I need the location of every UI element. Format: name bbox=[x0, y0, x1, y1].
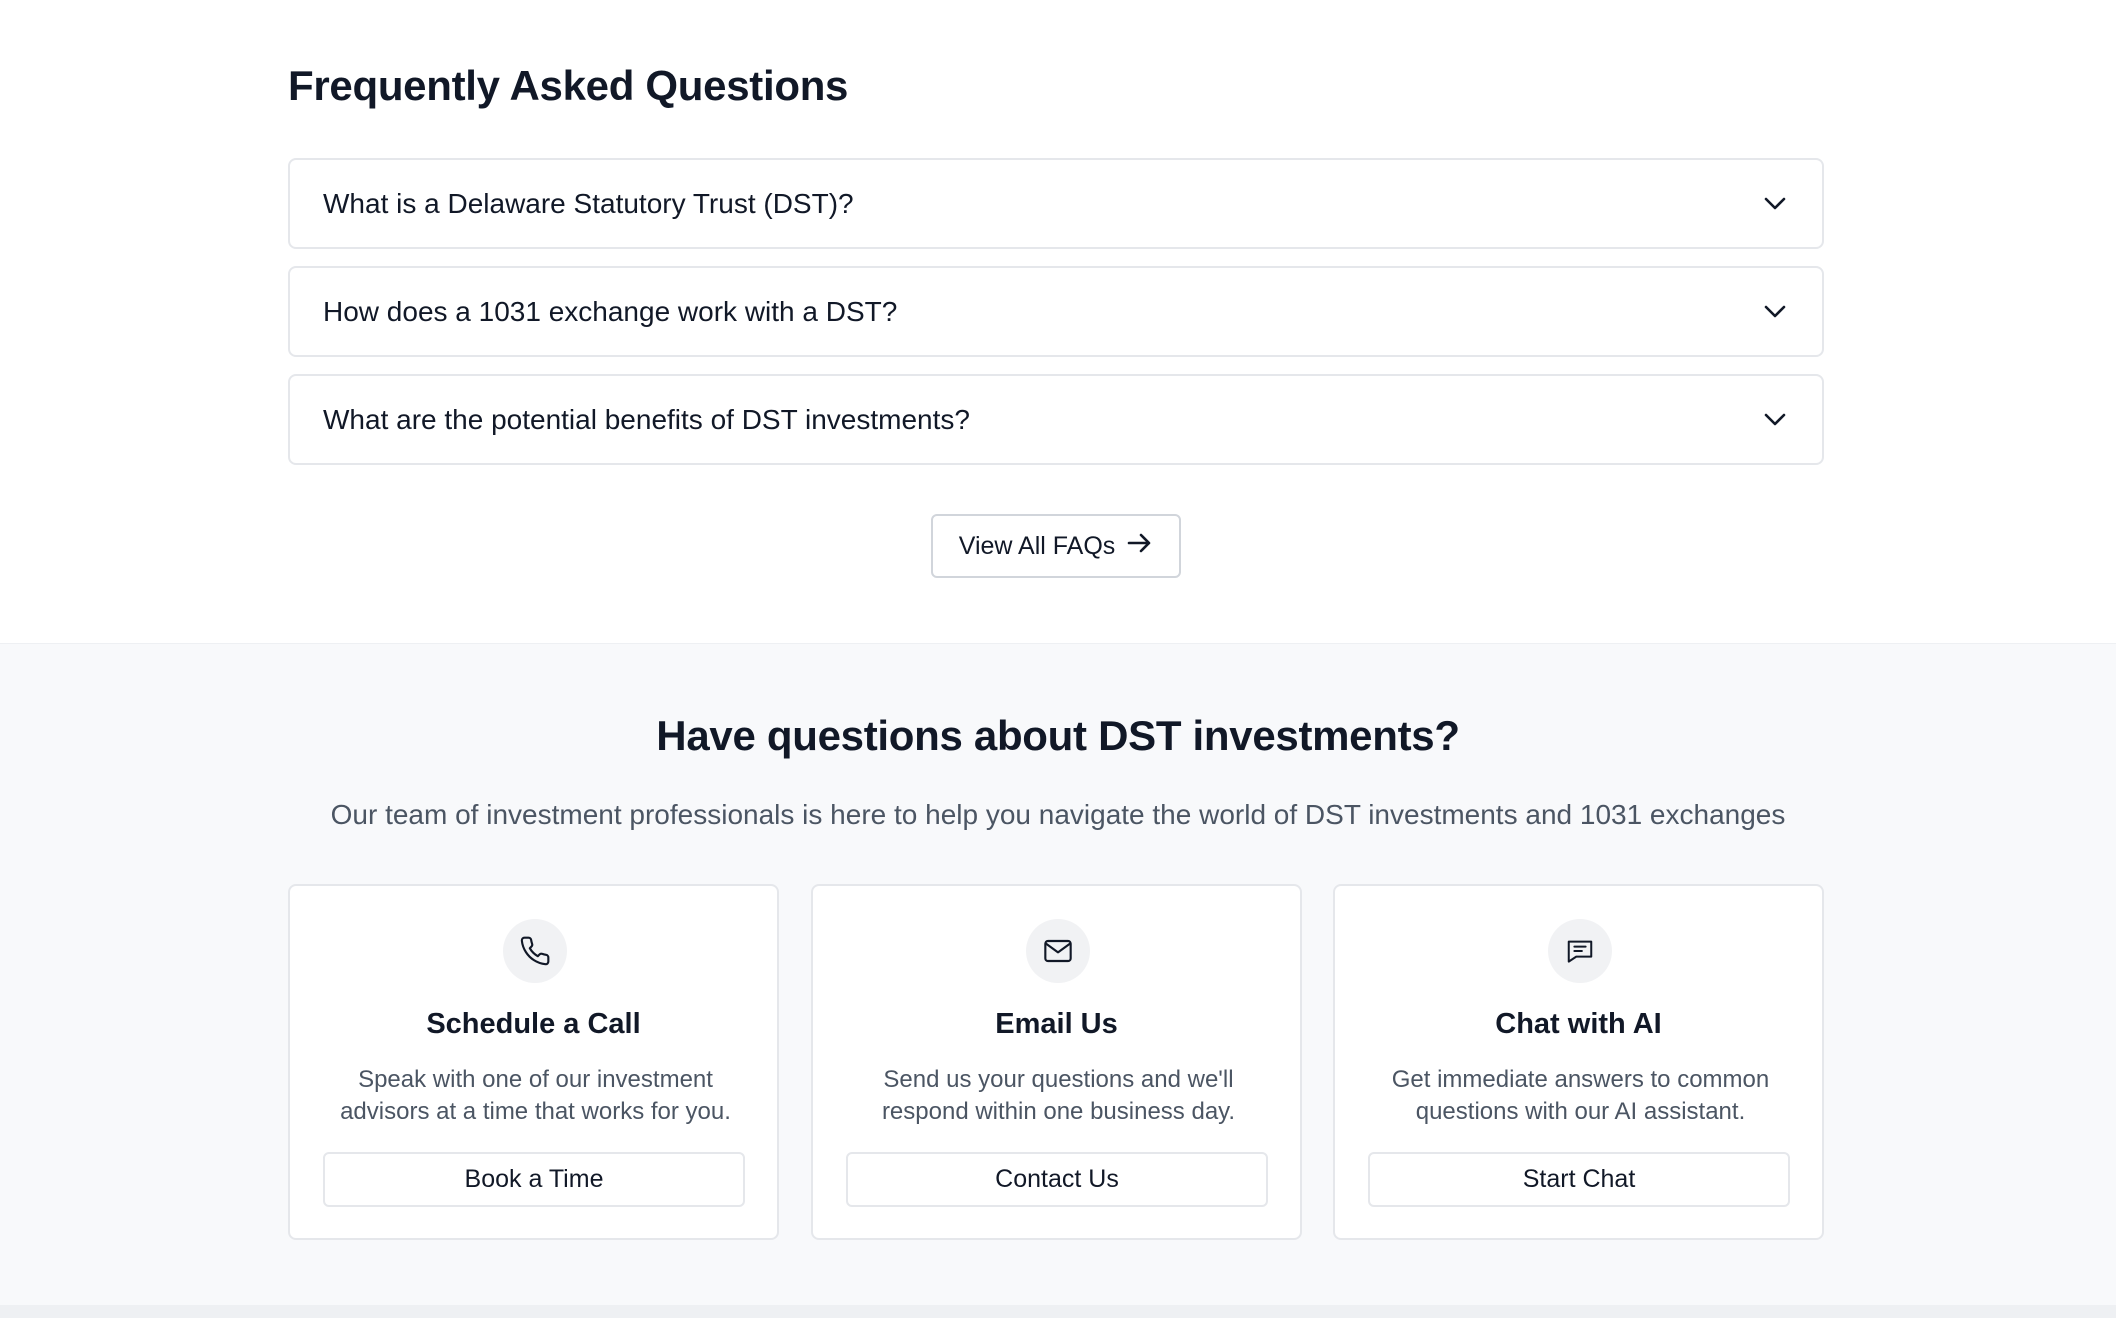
email-us-card: Email Us Send us your questions and we'l… bbox=[811, 884, 1302, 1240]
faq-question: What are the potential benefits of DST i… bbox=[323, 403, 970, 435]
card-description: Speak with one of our investment advisor… bbox=[340, 1066, 731, 1125]
card-title: Chat with AI bbox=[1495, 1008, 1662, 1040]
card-description: Send us your questions and we'll respond… bbox=[881, 1066, 1236, 1125]
card-title: Schedule a Call bbox=[426, 1008, 641, 1040]
card-title: Email Us bbox=[995, 1008, 1118, 1040]
book-a-time-button[interactable]: Book a Time bbox=[323, 1152, 745, 1207]
arrow-right-icon bbox=[1127, 531, 1153, 562]
faq-title: Frequently Asked Questions bbox=[288, 62, 849, 109]
contact-title: Have questions about DST investments? bbox=[656, 712, 1460, 759]
chat-icon bbox=[1548, 919, 1612, 983]
chevron-down-icon bbox=[1762, 191, 1788, 217]
contact-us-button[interactable]: Contact Us bbox=[846, 1152, 1268, 1207]
contact-subtitle: Our team of investment professionals is … bbox=[330, 799, 1786, 830]
section-divider bbox=[0, 1305, 2116, 1318]
faq-item-1031[interactable]: How does a 1031 exchange work with a DST… bbox=[288, 266, 1824, 357]
view-all-faqs-button[interactable]: View All FAQs bbox=[931, 514, 1181, 578]
start-chat-button[interactable]: Start Chat bbox=[1368, 1152, 1790, 1207]
chevron-down-icon bbox=[1762, 299, 1788, 325]
chevron-down-icon bbox=[1762, 407, 1788, 433]
card-description: Get immediate answers to common question… bbox=[1391, 1066, 1770, 1125]
faq-question: How does a 1031 exchange work with a DST… bbox=[323, 295, 898, 327]
faq-question: What is a Delaware Statutory Trust (DST)… bbox=[323, 187, 854, 219]
chat-with-ai-card: Chat with AI Get immediate answers to co… bbox=[1333, 884, 1824, 1240]
faq-item-dst[interactable]: What is a Delaware Statutory Trust (DST)… bbox=[288, 158, 1824, 249]
phone-icon bbox=[503, 919, 567, 983]
view-all-faqs-label: View All FAQs bbox=[958, 531, 1116, 560]
schedule-call-card: Schedule a Call Speak with one of our in… bbox=[288, 884, 779, 1240]
faq-item-benefits[interactable]: What are the potential benefits of DST i… bbox=[288, 374, 1824, 465]
mail-icon bbox=[1026, 919, 1090, 983]
